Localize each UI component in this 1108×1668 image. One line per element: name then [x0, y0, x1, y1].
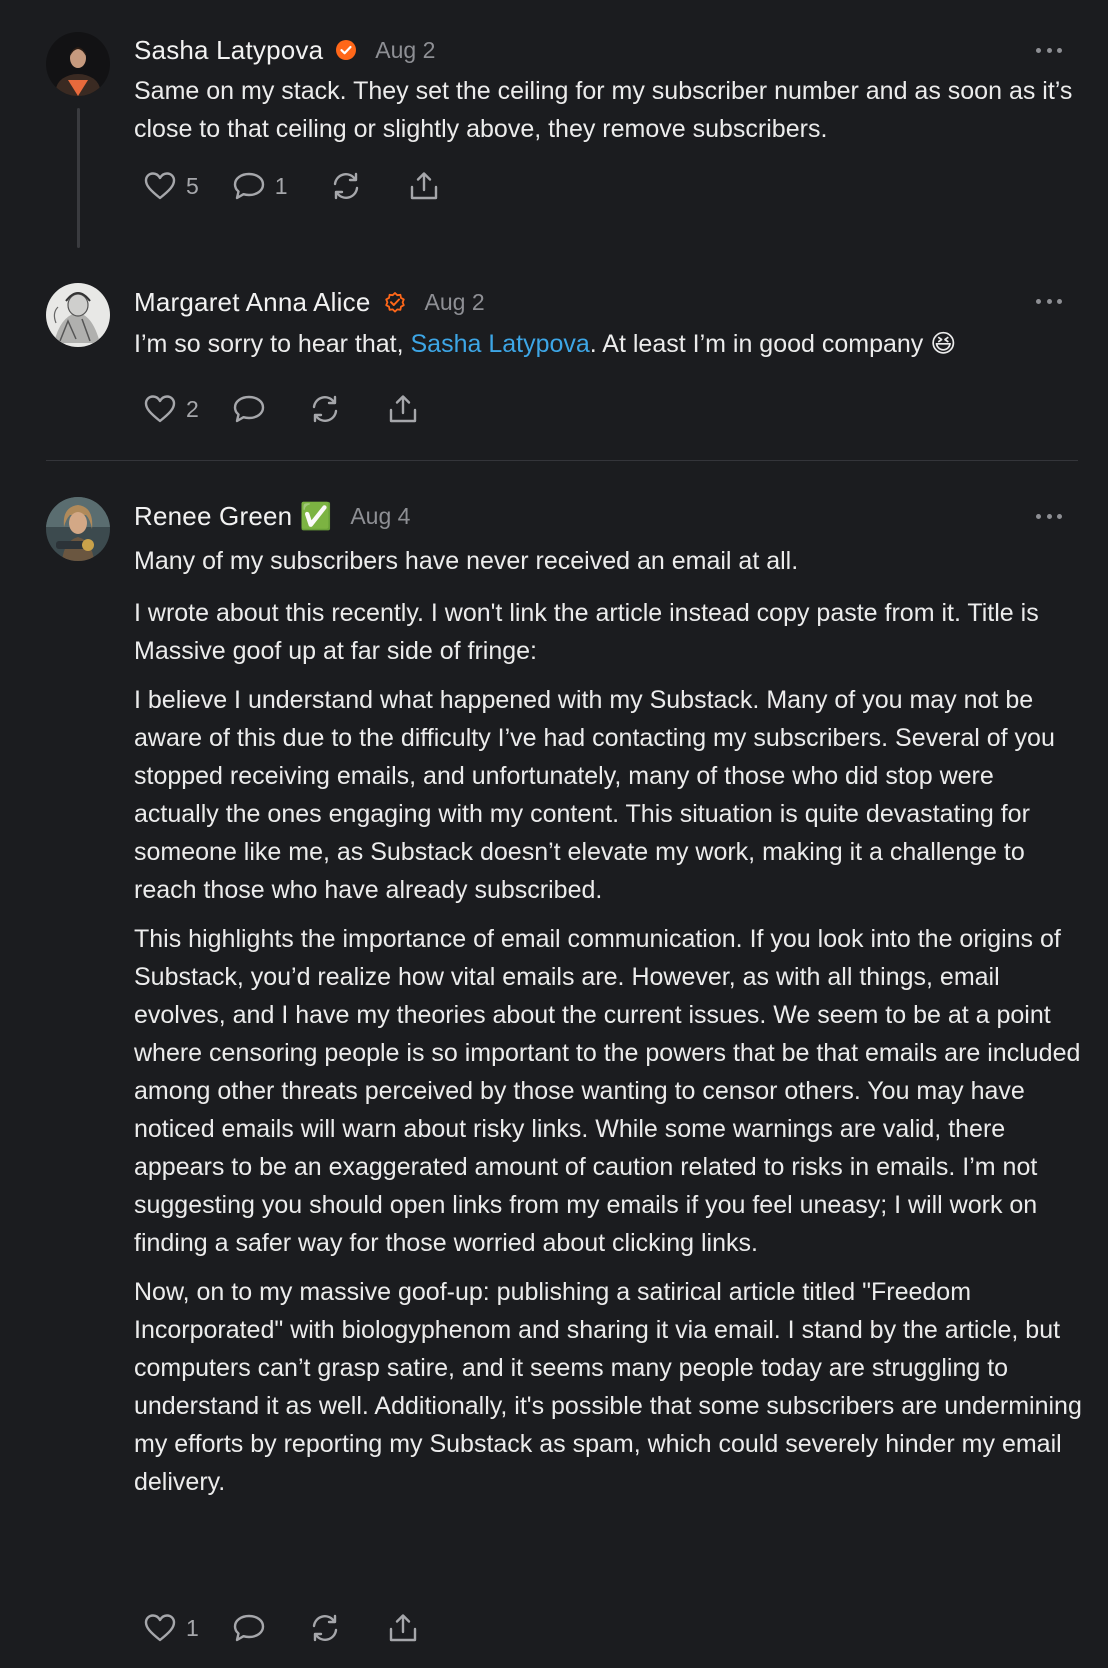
- comment-date[interactable]: Aug 2: [375, 37, 435, 64]
- comment-paragraph: I’m so sorry to hear that, Sasha Latypov…: [134, 325, 1084, 363]
- more-options-icon[interactable]: [1036, 46, 1062, 54]
- comment-body: I’m so sorry to hear that, Sasha Latypov…: [134, 325, 1084, 374]
- user-mention-link[interactable]: Sasha Latypova: [411, 330, 590, 358]
- restack-icon: [312, 395, 337, 423]
- more-options-icon[interactable]: [1036, 297, 1062, 305]
- comment-header: Renee Green ✅ Aug 4: [134, 496, 410, 536]
- comment-paragraph: I wrote about this recently. I won't lin…: [134, 599, 1039, 665]
- comment-header: Margaret Anna Alice Aug 2: [134, 282, 485, 322]
- share-icon: [389, 395, 416, 423]
- reply-button[interactable]: [233, 1613, 265, 1643]
- comment-paragraph: I believe I understand what happened wit…: [134, 686, 1055, 904]
- comment-actions: 2: [144, 389, 419, 429]
- comment-header: Sasha Latypova Aug 2: [134, 30, 435, 70]
- subscriber-badge-icon: [383, 290, 407, 314]
- heart-icon: [144, 1614, 176, 1642]
- avatar[interactable]: [46, 32, 110, 96]
- avatar[interactable]: [46, 497, 110, 561]
- comment-paragraph: Now, on to my massive goof-up: publishin…: [134, 1278, 1082, 1496]
- paid-subscriber-badge-icon: [335, 39, 357, 61]
- author-name[interactable]: Margaret Anna Alice: [134, 287, 371, 318]
- comment-paragraph: Same on my stack. They set the ceiling f…: [134, 77, 1073, 143]
- comment-icon: [233, 172, 264, 200]
- comment-icon: [233, 1614, 264, 1642]
- thread-line: [77, 108, 80, 248]
- heart-icon: [144, 172, 176, 200]
- restack-button[interactable]: [309, 394, 341, 424]
- restack-button[interactable]: [309, 1613, 341, 1643]
- body-text-before: I’m so sorry to hear that,: [134, 330, 411, 358]
- like-count: 2: [186, 395, 199, 422]
- comment-actions: 5 1: [144, 166, 440, 206]
- reply-button[interactable]: [233, 394, 265, 424]
- comment-paragraph: Many of my subscribers have never receiv…: [134, 547, 799, 575]
- like-count: 5: [186, 172, 199, 199]
- reply-count: 1: [274, 172, 288, 199]
- body-text-after: . At least I’m in good company 😆: [589, 330, 957, 358]
- comment-date[interactable]: Aug 4: [350, 503, 410, 530]
- author-name[interactable]: Renee Green ✅: [134, 501, 332, 532]
- restack-button[interactable]: [330, 171, 362, 201]
- like-button[interactable]: 2: [144, 394, 199, 424]
- share-button[interactable]: [387, 394, 419, 424]
- comment-date[interactable]: Aug 2: [425, 289, 485, 316]
- reply-button[interactable]: 1: [233, 171, 288, 201]
- restack-icon: [333, 172, 358, 200]
- share-icon: [410, 172, 437, 200]
- share-button[interactable]: [387, 1613, 419, 1643]
- share-icon: [389, 1614, 416, 1642]
- avatar[interactable]: [46, 283, 110, 347]
- like-count: 1: [186, 1614, 199, 1641]
- author-name[interactable]: Sasha Latypova: [134, 35, 323, 66]
- share-button[interactable]: [408, 171, 440, 201]
- comment-body: Same on my stack. They set the ceiling f…: [134, 72, 1084, 159]
- comment-actions: 1: [144, 1608, 419, 1648]
- comment-icon: [233, 395, 264, 423]
- thread-divider: [46, 460, 1078, 461]
- like-button[interactable]: 5: [144, 171, 199, 201]
- restack-icon: [312, 1614, 337, 1642]
- more-options-icon[interactable]: [1036, 512, 1062, 520]
- heart-icon: [144, 395, 176, 423]
- comment-paragraph: This highlights the importance of email …: [134, 925, 1081, 1257]
- comment-body: Many of my subscribers have never receiv…: [134, 542, 1084, 1512]
- like-button[interactable]: 1: [144, 1613, 199, 1643]
